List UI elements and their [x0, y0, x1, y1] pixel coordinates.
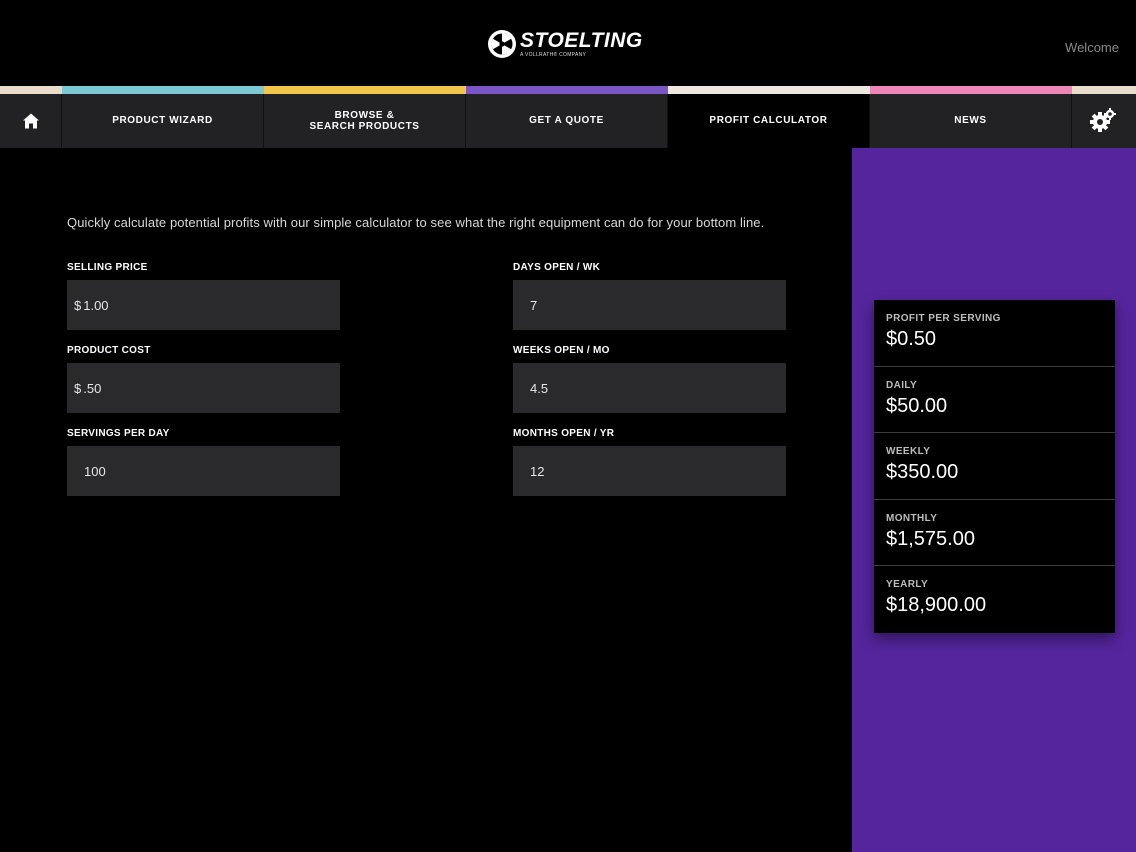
banner-strip-segment	[870, 86, 1072, 94]
result-profit-per-serving: PROFIT PER SERVING $0.50	[874, 300, 1115, 367]
result-label: PROFIT PER SERVING	[886, 313, 1001, 324]
brand-name: STOELTING	[520, 29, 643, 52]
months-open-input[interactable]: 12	[513, 446, 786, 496]
nav-label: PRODUCT WIZARD	[112, 115, 213, 127]
weeks-open-label: WEEKS OPEN / MO	[513, 345, 610, 356]
currency-prefix: $	[74, 297, 82, 313]
nav-label: GET A QUOTE	[529, 115, 604, 127]
app-header: STOELTING A VOLLRATH® COMPANY Welcome	[0, 0, 1136, 86]
result-value: $0.50	[886, 328, 937, 350]
weeks-open-value: 4.5	[530, 380, 549, 396]
intro-text: Quickly calculate potential profits with…	[67, 215, 765, 230]
result-label: DAILY	[886, 379, 918, 391]
nav-label: PROFIT CALCULATOR	[709, 115, 828, 127]
nav-label: NEWS	[954, 115, 987, 127]
results-card: PROFIT PER SERVING $0.50 DAILY $50.00 WE…	[874, 300, 1115, 633]
servings-per-day-value: 100	[84, 463, 106, 479]
result-yearly: YEARLY $18,900.00	[874, 566, 1115, 633]
selling-price-value: 1.00	[83, 297, 109, 313]
banner-strip-segment	[1072, 86, 1136, 94]
settings-button[interactable]	[1072, 94, 1134, 148]
main-nav: PRODUCT WIZARD BROWSE & SEARCH PRODUCTS …	[0, 94, 1136, 148]
nav-browse-search-products[interactable]: BROWSE & SEARCH PRODUCTS	[264, 94, 466, 148]
result-daily: DAILY $50.00	[874, 367, 1115, 434]
banner-strip-segment	[668, 86, 870, 94]
nav-news[interactable]: NEWS	[870, 94, 1072, 148]
servings-per-day-label: SERVINGS PER DAY	[67, 428, 170, 439]
nav-label: BROWSE & SEARCH PRODUCTS	[309, 109, 420, 133]
product-cost-value: .50	[83, 380, 102, 396]
nav-get-a-quote[interactable]: GET A QUOTE	[466, 94, 668, 148]
brand-logo[interactable]: STOELTING A VOLLRATH® COMPANY	[487, 28, 649, 60]
result-value: $50.00	[886, 394, 948, 417]
result-weekly: WEEKLY $350.00	[874, 433, 1115, 500]
months-open-value: 12	[530, 463, 545, 479]
result-value: $350.00	[886, 461, 959, 484]
brand-tagline: A VOLLRATH® COMPANY	[520, 52, 587, 58]
gear-icon	[1090, 108, 1116, 132]
result-value: $1,575.00	[886, 527, 975, 550]
banner-strip-segment	[264, 86, 466, 94]
banner-strip-segment	[0, 86, 62, 94]
home-icon	[22, 113, 39, 129]
selling-price-label: SELLING PRICE	[67, 262, 148, 273]
banner-image-strip	[0, 86, 1136, 94]
result-value: $18,900.00	[886, 594, 987, 617]
product-cost-input[interactable]: $ .50	[67, 363, 340, 413]
product-cost-label: PRODUCT COST	[67, 345, 151, 356]
banner-strip-segment	[62, 86, 264, 94]
result-label: MONTHLY	[886, 512, 938, 524]
banner-strip-segment	[466, 86, 668, 94]
result-label: YEARLY	[886, 579, 929, 591]
servings-per-day-input[interactable]: 100	[67, 446, 340, 496]
days-open-label: DAYS OPEN / WK	[513, 262, 601, 273]
brand-logo-mark-icon	[488, 30, 516, 58]
selling-price-input[interactable]: $ 1.00	[67, 280, 340, 330]
months-open-label: MONTHS OPEN / YR	[513, 428, 615, 439]
nav-product-wizard[interactable]: PRODUCT WIZARD	[62, 94, 264, 148]
days-open-value: 7	[530, 297, 538, 313]
welcome-text[interactable]: Welcome	[1065, 40, 1119, 55]
nav-home-button[interactable]	[0, 94, 62, 148]
nav-profit-calculator[interactable]: PROFIT CALCULATOR	[668, 94, 870, 148]
result-label: WEEKLY	[886, 446, 931, 458]
result-monthly: MONTHLY $1,575.00	[874, 500, 1115, 567]
weeks-open-input[interactable]: 4.5	[513, 363, 786, 413]
currency-prefix: $	[74, 380, 82, 396]
days-open-input[interactable]: 7	[513, 280, 786, 330]
